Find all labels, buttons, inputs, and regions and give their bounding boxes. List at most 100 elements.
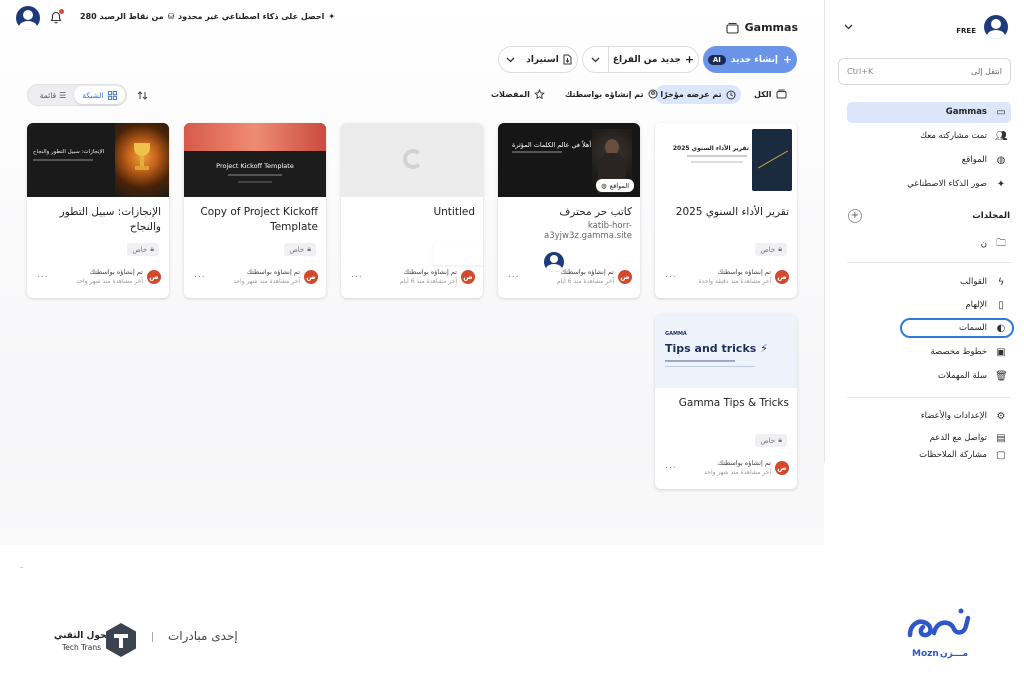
globe-icon: ◍ xyxy=(996,154,1006,166)
sidebar-item-label: الإلهام xyxy=(965,300,987,310)
sidebar-item-ai-images[interactable]: صور الذكاء الاصطناعي ✦ xyxy=(847,174,1011,194)
import-label: استيراد xyxy=(526,54,559,65)
sparkle-icon: ✦ xyxy=(328,12,336,21)
tab-all[interactable]: الكل xyxy=(754,89,787,99)
private-badge: خاص 🔒︎ xyxy=(284,243,316,256)
add-folder-button[interactable]: + xyxy=(848,209,862,223)
thumbnail-line xyxy=(665,366,755,367)
author-avatar: ص xyxy=(618,270,632,284)
create-new-ai-button[interactable]: AI إنشاء جديد + xyxy=(703,46,797,73)
grid-icon xyxy=(107,90,117,100)
upgrade-promo-link[interactable]: احصل على ذكاء اصطناعي غير محدود ✦ xyxy=(178,12,335,21)
clock-icon xyxy=(726,90,736,99)
badge-label: خاص xyxy=(132,245,148,254)
sidebar-item-label: السمات xyxy=(958,323,987,333)
card-thumbnail: Project Kickoff Template xyxy=(184,123,326,197)
gamma-card[interactable]: تقرير الأداء السنوي 2025 تقرير الأداء ال… xyxy=(655,123,797,298)
sidebar-item-label: صور الذكاء الاصطناعي xyxy=(907,179,987,189)
list-view-button[interactable]: قائمة ☰ xyxy=(34,86,72,104)
stack-icon xyxy=(726,22,739,34)
site-badge-label: المواقع xyxy=(609,181,629,190)
tab-recently-viewed[interactable]: تم عرضه مؤخرًا xyxy=(655,85,741,104)
book-icon: ▯ xyxy=(998,299,1004,311)
private-badge: خاص 🔒︎ xyxy=(755,434,787,447)
more-options-icon[interactable]: ... xyxy=(37,270,49,280)
created-by: تم إنشاؤه بواسطتك xyxy=(246,268,300,276)
globe-icon: ◍ xyxy=(601,181,607,190)
thumbnail-title: الإنجازات: سبيل التطور والنجاح xyxy=(33,149,105,155)
user-avatar[interactable] xyxy=(16,6,40,30)
card-title: الإنجازات: سبيل التطور والنجاح xyxy=(59,206,161,233)
credits-label: 280 من نقاط الرصيد xyxy=(80,12,164,21)
sidebar-item-themes[interactable]: السمات ◐ xyxy=(847,318,1011,338)
sidebar-item-custom-fonts[interactable]: خطوط مخصصة ▣ xyxy=(847,342,1011,362)
gamma-card[interactable]: أهلاً في عالم الكلمات المؤثرة ◍ المواقع … xyxy=(498,123,640,298)
chat-icon: ▤ xyxy=(996,432,1006,444)
tab-favorites-label: المفضلات xyxy=(491,90,530,99)
grid-view-button[interactable]: الشبكة xyxy=(74,86,125,104)
card-thumbnail: الإنجازات: سبيل التطور والنجاح xyxy=(27,123,169,197)
mozn-logo-icon xyxy=(904,603,978,645)
import-dropdown[interactable] xyxy=(499,47,521,72)
workspace-avatar[interactable] xyxy=(984,15,1008,39)
gamma-card[interactable]: GAMMA Tips and tricks ⚡ Gamma Tips & Tri… xyxy=(655,314,797,489)
list-view-label: قائمة xyxy=(39,90,57,100)
notification-bell-icon[interactable] xyxy=(50,9,64,24)
gamma-card[interactable]: Project Kickoff Template Copy of Project… xyxy=(184,123,326,298)
sidebar-item-shared[interactable]: تمت مشاركته معك 👥︎ xyxy=(847,126,1011,146)
thumbnail-line xyxy=(238,181,272,183)
credits-indicator[interactable]: 280 من نقاط الرصيد ⛁ xyxy=(80,12,174,21)
author-avatar: ص xyxy=(461,270,475,284)
last-viewed: آخر مشاهدة منذ شهر واحد xyxy=(76,278,143,285)
chevron-down-icon xyxy=(506,57,514,62)
new-from-blank-button[interactable]: جديد من الفراغ + xyxy=(609,53,698,66)
search-input[interactable]: Ctrl+K انتقل إلى xyxy=(838,58,1011,85)
more-options-icon[interactable]: ... xyxy=(508,270,520,280)
tab-favorites[interactable]: المفضلات xyxy=(491,89,545,100)
sort-icon[interactable] xyxy=(137,90,148,101)
new-blank-label: جديد من الفراغ xyxy=(612,54,681,65)
lock-icon: 🔒︎ xyxy=(307,245,311,253)
sidebar-item-support[interactable]: تواصل مع الدعم ▤ xyxy=(847,428,1011,448)
sidebar-item-templates[interactable]: القوالب ϟ xyxy=(847,272,1011,292)
search-placeholder: انتقل إلى xyxy=(971,67,1002,76)
plan-badge: FREE xyxy=(956,27,976,35)
main-area: 280 من نقاط الرصيد ⛁ احصل على ذكاء اصطنا… xyxy=(0,0,832,545)
last-viewed: آخر مشاهدة منذ دقيقة واحدة xyxy=(698,278,771,285)
gamma-card[interactable]: الإنجازات: سبيل التطور والنجاح الإنجازات… xyxy=(27,123,169,298)
gamma-card[interactable]: Untitled ص تم إنشاؤه بواسطتك آخر مشاهدة … xyxy=(341,123,483,298)
search-shortcut: Ctrl+K xyxy=(847,67,874,76)
import-button[interactable]: استيراد xyxy=(521,54,577,65)
thumbnail-line xyxy=(33,159,93,161)
sparkle-icon: ✦ xyxy=(996,178,1006,190)
sidebar-item-trash[interactable]: سلة المهملات 🗑︎ xyxy=(847,366,1011,386)
font-icon: ▣ xyxy=(996,346,1006,358)
thumbnail-line xyxy=(228,174,282,176)
techtrans-logo-icon xyxy=(104,622,138,658)
more-options-icon[interactable]: ... xyxy=(351,270,363,280)
sidebar-item-inspiration[interactable]: الإلهام ▯ xyxy=(847,295,1011,315)
thumbnail-line xyxy=(687,155,747,157)
footer-separator xyxy=(152,632,153,642)
sidebar-item-gammas[interactable]: Gammas ▭ xyxy=(847,102,1011,122)
trash-icon: 🗑︎ xyxy=(995,370,1008,382)
sidebar-item-label: Gammas xyxy=(945,107,987,117)
sidebar-folder-item[interactable]: ن 🗀︎ xyxy=(847,234,1011,254)
more-options-icon[interactable]: ... xyxy=(665,461,677,471)
star-icon xyxy=(534,89,545,100)
mozn-arabic-name: مـــزن xyxy=(940,649,969,659)
tab-created-by-you[interactable]: تم إنشاؤه بواسطتك xyxy=(565,89,658,99)
sidebar-item-label: تواصل مع الدعم xyxy=(929,433,987,443)
more-options-icon[interactable]: ... xyxy=(665,270,677,280)
plus-icon: + xyxy=(782,53,793,66)
more-options-icon[interactable]: ... xyxy=(194,270,206,280)
folders-heading: المجلدات xyxy=(972,211,1010,221)
sidebar-item-sites[interactable]: المواقع ◍ xyxy=(847,150,1011,170)
settings-icon: ⚙︎ xyxy=(996,410,1006,422)
sidebar-item-feedback[interactable]: مشاركة الملاحظات ▢ xyxy=(847,450,1011,463)
page-title: Gammas xyxy=(726,21,798,34)
sidebar-item-settings[interactable]: الإعدادات والأعضاء ⚙︎ xyxy=(847,406,1011,426)
workspace-switcher-chevron-icon[interactable] xyxy=(844,24,853,30)
author-avatar: ص xyxy=(147,270,161,284)
new-blank-dropdown[interactable] xyxy=(583,47,609,72)
